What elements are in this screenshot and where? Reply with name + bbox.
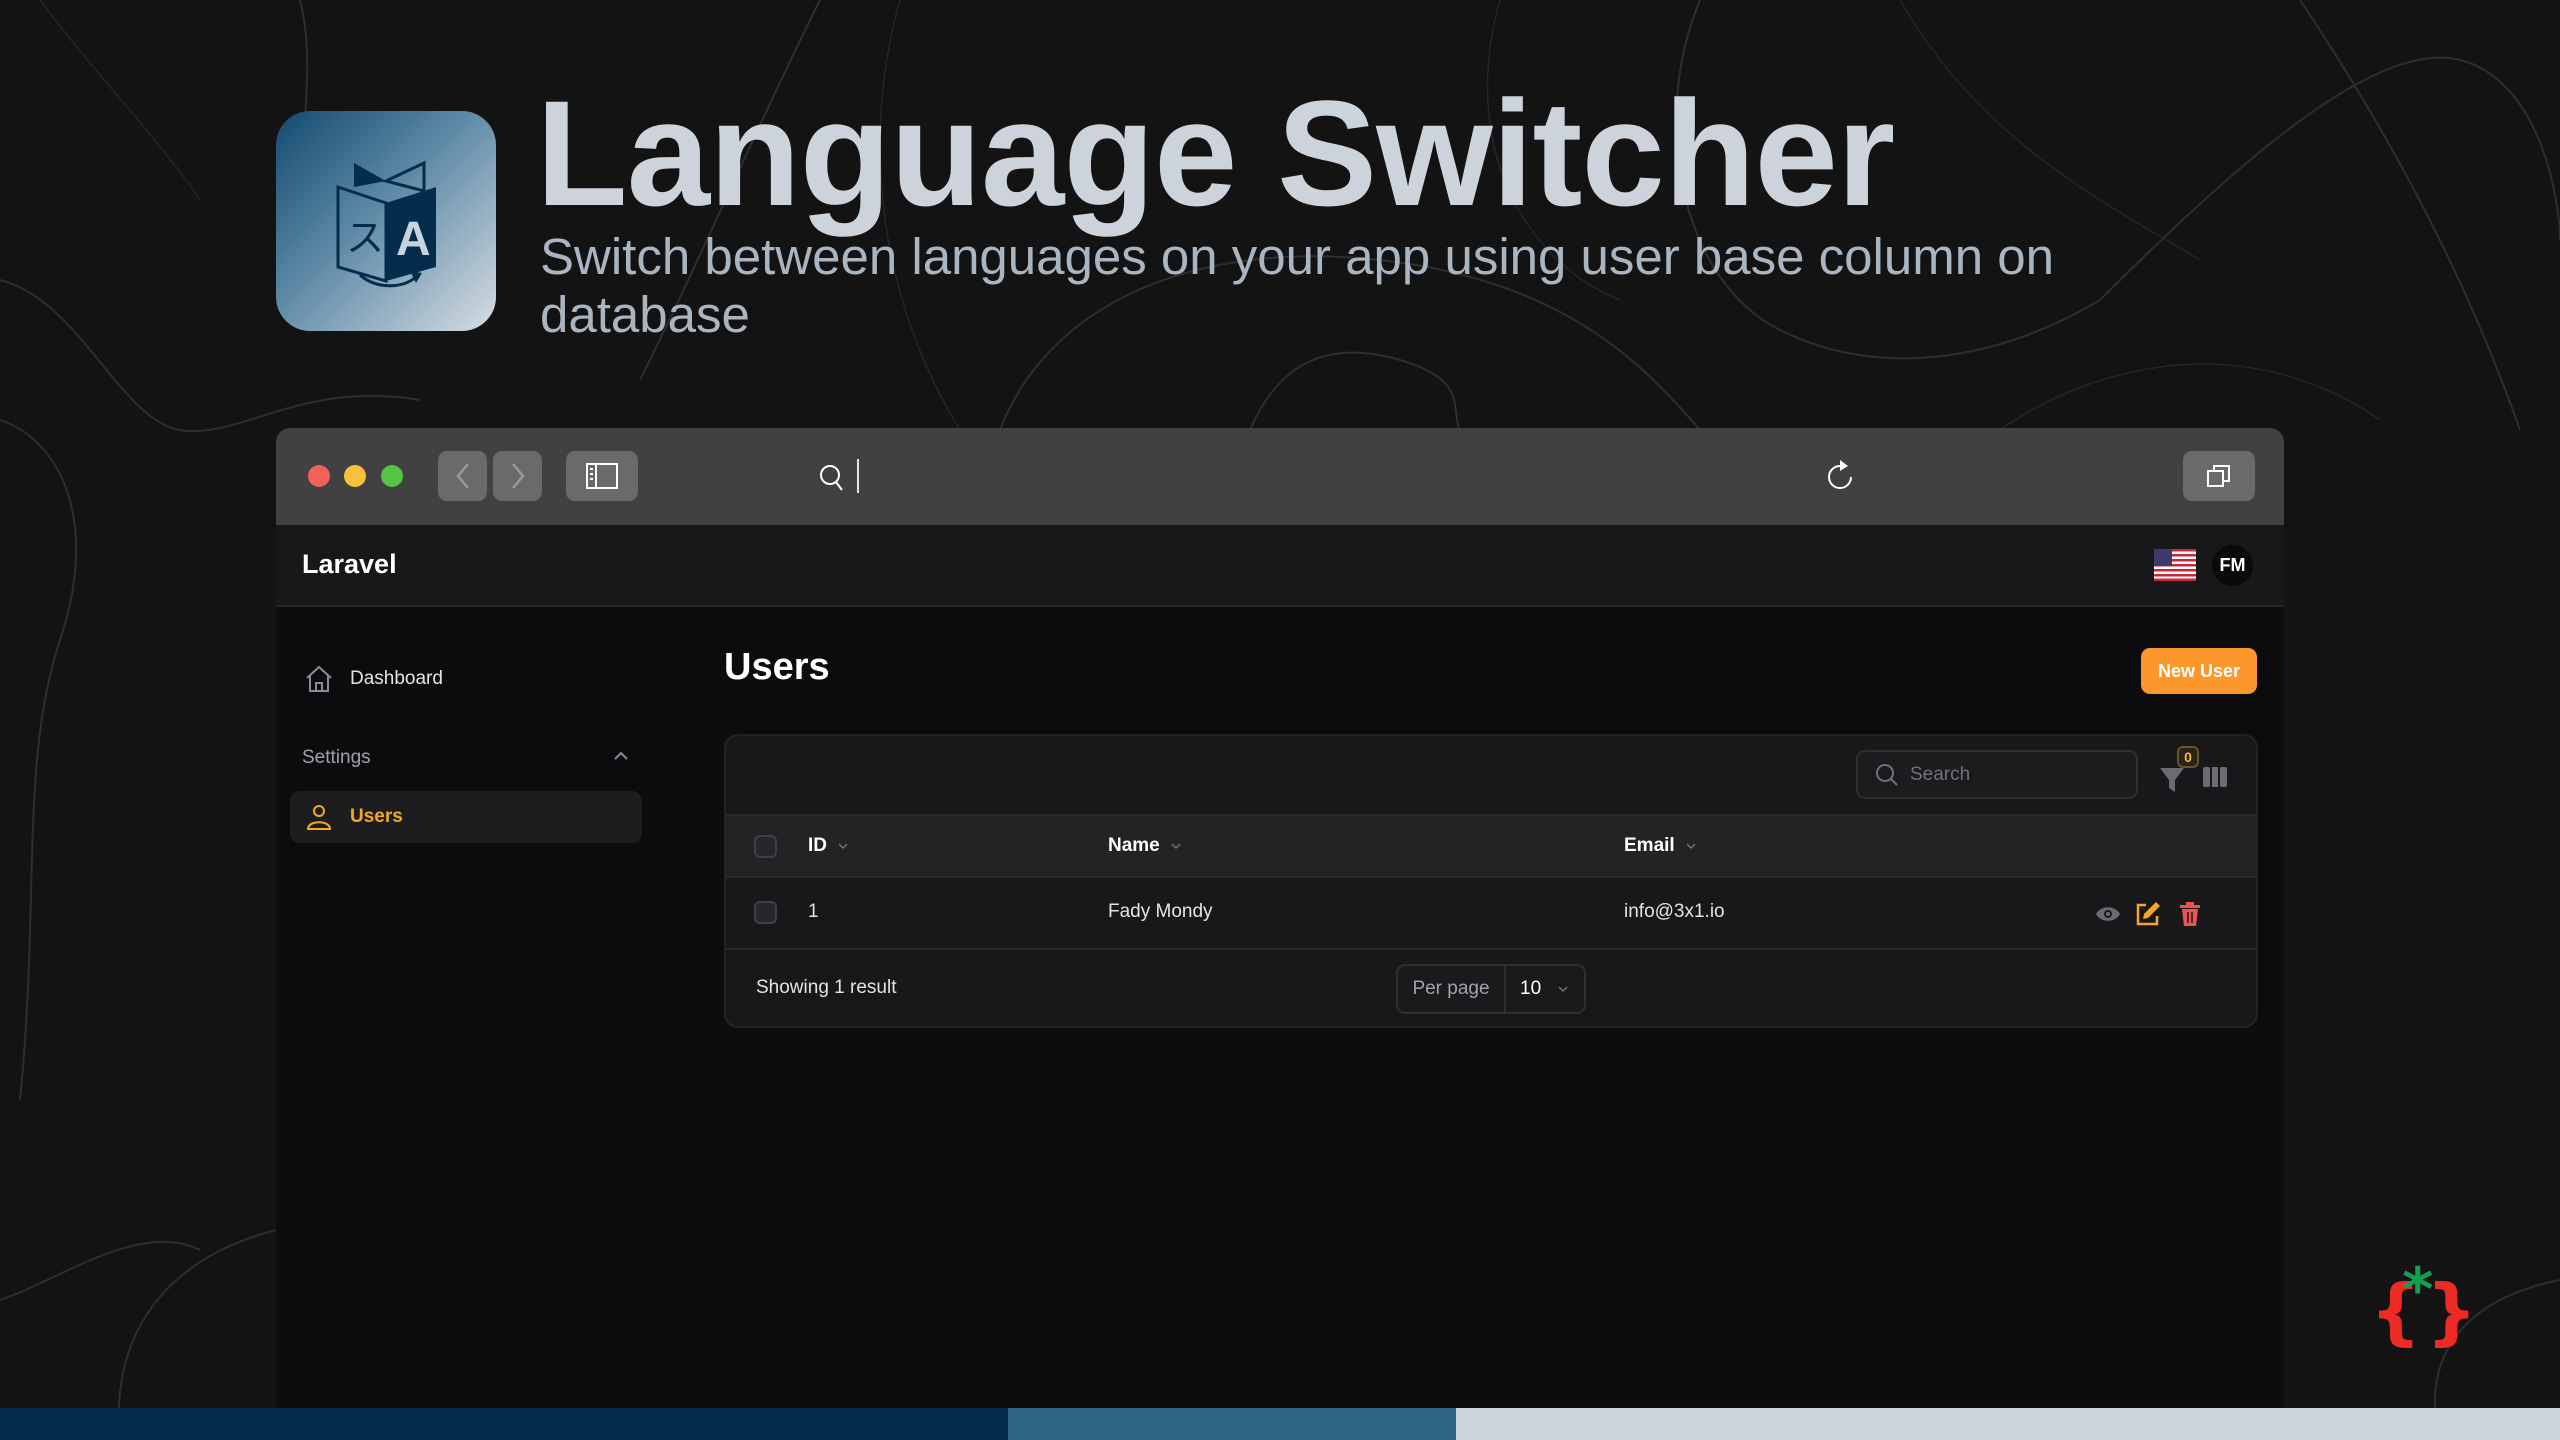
search-icon <box>820 465 843 491</box>
svg-text:ス: ス <box>346 216 384 260</box>
close-window-button[interactable] <box>308 465 330 487</box>
select-all-checkbox[interactable] <box>754 835 777 858</box>
row-checkbox[interactable] <box>754 901 777 924</box>
column-header-id[interactable]: ID <box>808 835 851 857</box>
bottom-color-bar <box>0 1408 2560 1440</box>
column-label: ID <box>808 835 827 856</box>
table-search[interactable] <box>1856 750 2138 799</box>
chevron-down-icon <box>1686 843 1696 850</box>
table-row[interactable]: 1 Fady Mondy info@3x1.io <box>726 878 2256 950</box>
table-footer: Showing 1 result Per page 10 <box>726 950 2256 1026</box>
cell-id: 1 <box>808 901 819 922</box>
new-user-button[interactable]: New User <box>2141 648 2257 694</box>
edit-icon[interactable] <box>2134 900 2162 928</box>
chevron-down-icon <box>838 843 848 850</box>
browser-toolbar <box>276 428 2284 525</box>
tabs-icon <box>2207 465 2230 487</box>
toggle-sidebar-button[interactable] <box>566 451 638 501</box>
sidebar-item-label: Users <box>350 806 403 827</box>
search-icon <box>1876 763 1898 786</box>
reload-icon[interactable] <box>1824 460 1856 492</box>
delete-icon[interactable] <box>2176 900 2204 928</box>
forward-button[interactable] <box>493 451 542 501</box>
column-label: Email <box>1624 835 1675 856</box>
color-segment <box>1008 1408 1456 1440</box>
address-bar-input[interactable] <box>856 458 1856 496</box>
columns-icon[interactable] <box>2202 764 2228 790</box>
results-count: Showing 1 result <box>756 977 897 998</box>
page-title: Users <box>724 646 830 688</box>
per-page-label: Per page <box>1398 966 1506 1012</box>
tab-overview-button[interactable] <box>2183 451 2255 501</box>
home-icon <box>302 662 336 696</box>
sidebar-item-users[interactable]: Users <box>290 791 642 843</box>
users-table: 0 ID Name Email 1 Fady Mondy info@3x1.io <box>724 734 2258 1028</box>
svg-text:*: * <box>2402 1258 2433 1325</box>
per-page-select[interactable]: Per page 10 <box>1396 964 1586 1014</box>
forward-icon <box>511 463 525 489</box>
cell-name: Fady Mondy <box>1108 901 1213 922</box>
filter-count-badge: 0 <box>2177 746 2199 768</box>
hero-title: Language Switcher <box>536 69 1895 237</box>
minimize-window-button[interactable] <box>344 465 366 487</box>
search-input[interactable] <box>1910 763 2130 786</box>
sidebar: Dashboard Settings Users <box>276 609 676 1408</box>
browser-window: Laravel FM Dashboard Settings Users User… <box>276 428 2284 1408</box>
sidebar-icon <box>586 463 618 489</box>
brand-name[interactable]: Laravel <box>302 549 397 580</box>
column-header-email[interactable]: Email <box>1624 835 1699 857</box>
chevron-down-icon <box>1171 843 1181 850</box>
color-segment <box>0 1408 1008 1440</box>
column-header-name[interactable]: Name <box>1108 835 1184 857</box>
user-icon <box>302 800 336 834</box>
maximize-window-button[interactable] <box>381 465 403 487</box>
per-page-selected: 10 <box>1520 978 1542 999</box>
table-header: ID Name Email <box>726 814 2256 878</box>
translate-book-icon: ス A <box>336 160 436 288</box>
cell-email: info@3x1.io <box>1624 901 1725 922</box>
svg-text:A: A <box>396 213 431 266</box>
us-flag-icon[interactable] <box>2154 549 2196 581</box>
sidebar-group-settings[interactable]: Settings <box>302 747 371 769</box>
sidebar-item-dashboard[interactable]: Dashboard <box>290 653 642 705</box>
app-icon: ス A <box>276 111 496 331</box>
back-button[interactable] <box>438 451 487 501</box>
app-header: Laravel FM <box>276 525 2284 607</box>
chevron-down-icon <box>1558 986 1568 993</box>
brand-logo-icon: { } * <box>2370 1258 2470 1348</box>
view-icon[interactable] <box>2094 900 2122 928</box>
column-label: Name <box>1108 835 1160 856</box>
back-icon <box>455 463 469 489</box>
hero-subtitle: Switch between languages on your app usi… <box>540 228 2054 343</box>
user-avatar[interactable]: FM <box>2212 545 2253 586</box>
sidebar-item-label: Dashboard <box>350 668 443 689</box>
per-page-value[interactable]: 10 <box>1506 966 1584 1012</box>
color-segment <box>1456 1408 2560 1440</box>
text-cursor <box>857 459 859 493</box>
chevron-up-icon[interactable] <box>608 743 634 769</box>
